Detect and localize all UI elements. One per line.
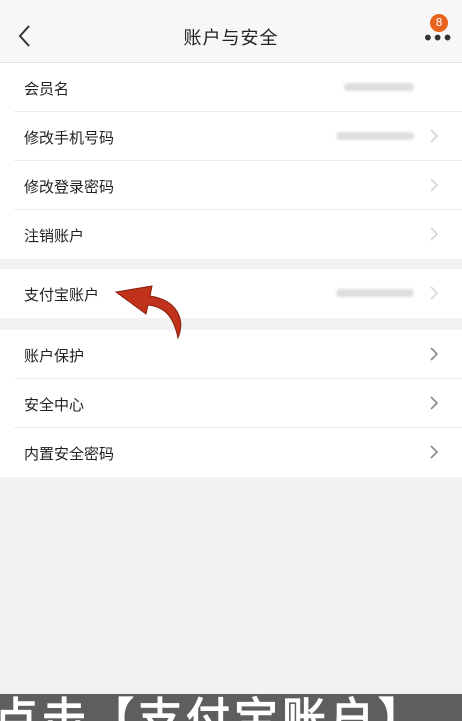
row-label: 账户保护 [24, 347, 85, 365]
page-title: 账户与安全 [183, 28, 279, 49]
row-label: 支付宝账户 [24, 286, 100, 304]
row-label: 修改登录密码 [24, 178, 115, 196]
row-change-login-password[interactable]: 修改登录密码 [0, 161, 462, 210]
row-label: 修改手机号码 [24, 129, 115, 147]
chevron-right-icon [430, 445, 439, 459]
row-label: 内置安全密码 [24, 445, 115, 463]
row-account-protection[interactable]: 账户保护 [0, 330, 462, 379]
row-security-center[interactable]: 安全中心 [0, 379, 462, 428]
chevron-right-icon [430, 286, 439, 300]
caption-bar: 点击【支付宝账户】 [0, 694, 462, 721]
phone-value-blurred [336, 132, 414, 140]
notification-badge: 8 [430, 14, 448, 32]
row-change-phone[interactable]: 修改手机号码 [0, 112, 462, 161]
account-settings-group: 会员名 修改手机号码 修改登录密码 注销账户 [0, 63, 462, 259]
alipay-group: 支付宝账户 [0, 269, 462, 318]
chevron-right-icon [430, 347, 439, 361]
row-member-name[interactable]: 会员名 [0, 63, 462, 112]
chevron-right-icon [430, 129, 439, 143]
caption-text: 点击【支付宝账户】 [0, 694, 426, 721]
row-alipay-account[interactable]: 支付宝账户 [0, 269, 462, 318]
chevron-right-icon [430, 396, 439, 410]
more-button[interactable]: ••• 8 [420, 14, 453, 50]
chevron-right-icon [430, 178, 439, 192]
row-label: 会员名 [24, 80, 70, 98]
row-cancel-account[interactable]: 注销账户 [0, 210, 462, 259]
member-name-value-blurred [344, 83, 414, 91]
security-group: 账户保护 安全中心 内置安全密码 [0, 330, 462, 477]
row-builtin-security-password[interactable]: 内置安全密码 [0, 428, 462, 477]
chevron-right-icon [430, 227, 439, 241]
row-label: 安全中心 [24, 396, 85, 414]
row-label: 注销账户 [24, 227, 85, 245]
nav-header: 账户与安全 ••• 8 [0, 0, 462, 63]
alipay-value-blurred [336, 289, 414, 297]
